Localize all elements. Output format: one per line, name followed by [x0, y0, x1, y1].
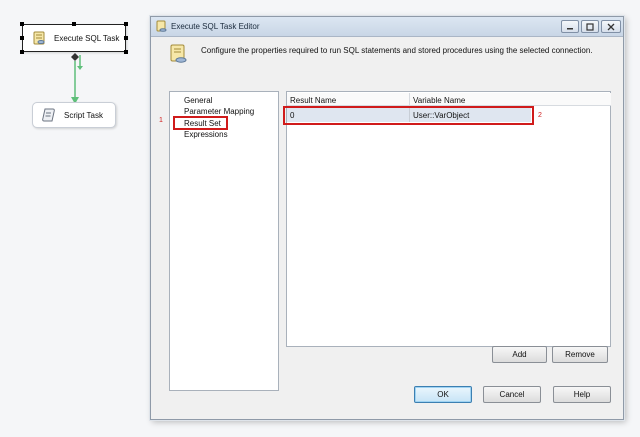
- minimize-button[interactable]: [561, 20, 579, 33]
- nav-item-general[interactable]: General: [184, 96, 212, 105]
- header-task-icon: [167, 43, 189, 67]
- sql-task-icon: [30, 29, 48, 47]
- maximize-icon: [586, 22, 594, 31]
- selection-handle[interactable]: [20, 22, 24, 26]
- execute-sql-task-label: Execute SQL Task: [54, 33, 120, 43]
- annotation-label-2: 2: [538, 112, 542, 119]
- annotation-label-1: 1: [159, 117, 163, 124]
- ok-button[interactable]: OK: [414, 386, 472, 403]
- cancel-button[interactable]: Cancel: [483, 386, 541, 403]
- selection-handle[interactable]: [72, 22, 76, 26]
- nav-item-parameter-mapping[interactable]: Parameter Mapping: [184, 107, 254, 116]
- maximize-button[interactable]: [581, 20, 599, 33]
- dialog-app-icon: [155, 20, 168, 35]
- minimize-icon: [567, 27, 573, 29]
- execute-sql-task-node[interactable]: Execute SQL Task: [22, 24, 126, 52]
- close-icon: [607, 23, 615, 30]
- annotation-box-2: [283, 106, 534, 125]
- title-bar[interactable]: Execute SQL Task Editor: [151, 17, 623, 37]
- dialog-title: Execute SQL Task Editor: [171, 22, 260, 31]
- selection-handle[interactable]: [124, 22, 128, 26]
- add-button[interactable]: Add: [492, 346, 547, 363]
- dialog-description: Configure the properties required to run…: [201, 46, 593, 55]
- nav-item-expressions[interactable]: Expressions: [184, 130, 228, 139]
- column-divider: [409, 93, 410, 106]
- selection-handle[interactable]: [20, 50, 24, 54]
- selection-handle[interactable]: [20, 36, 24, 40]
- column-header-result-name[interactable]: Result Name: [290, 96, 336, 105]
- script-task-icon: [40, 106, 58, 124]
- script-task-label: Script Task: [64, 110, 103, 120]
- help-button[interactable]: Help: [553, 386, 611, 403]
- selection-handle[interactable]: [124, 50, 128, 54]
- close-button[interactable]: [601, 20, 621, 33]
- selection-handle[interactable]: [124, 36, 128, 40]
- column-header-variable-name[interactable]: Variable Name: [413, 96, 465, 105]
- annotation-box-1: [173, 116, 228, 130]
- result-set-grid: [286, 91, 611, 347]
- remove-button[interactable]: Remove: [552, 346, 608, 363]
- precedence-constraint-arrow[interactable]: [66, 52, 90, 106]
- script-task-node[interactable]: Script Task: [32, 102, 116, 128]
